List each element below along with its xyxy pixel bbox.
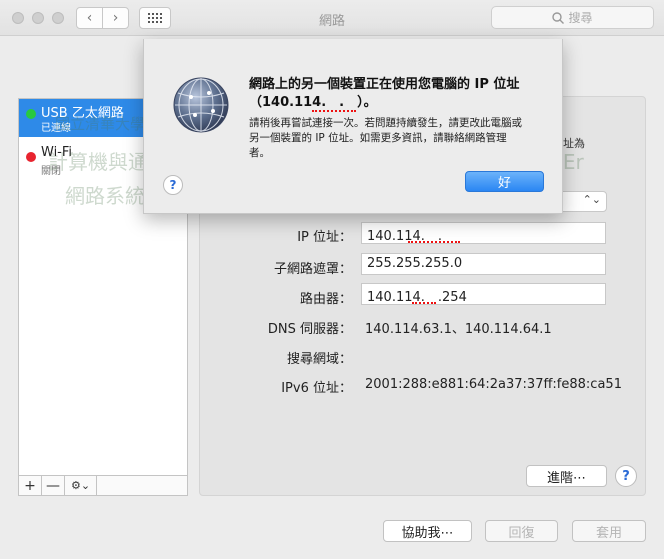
add-service-button[interactable]: + [19, 476, 42, 495]
help-button[interactable]: ? [615, 465, 637, 487]
alert-message: 請稍後再嘗試連接一次。若問題持續發生，請更改此電腦或 另一個裝置的 IP 位址。… [249, 116, 549, 161]
dns-server-label: DNS 伺服器： [267, 322, 352, 337]
service-status: 關閉 [41, 166, 61, 177]
alert-message-line-1: 請稍後再嘗試連接一次。若問題持續發生，請更改此電腦或 [249, 117, 522, 129]
remove-service-button[interactable]: — [42, 476, 65, 495]
advanced-button[interactable]: 進階⋯ [526, 465, 607, 487]
router-field[interactable]: 140.114. .254 [361, 283, 606, 305]
ip-address-field[interactable]: 140.114. . [361, 222, 606, 244]
router-label: 路由器： [299, 292, 352, 307]
title-bar: ‹ › 網路 搜尋 [0, 0, 664, 36]
service-actions-button[interactable]: ⚙ ⌄ [65, 476, 97, 495]
redaction-mark [412, 301, 436, 304]
revert-button[interactable]: 回復 [485, 520, 558, 542]
ip-conflict-alert: 網路上的另一個裝置正在使用您電腦的 IP 位址 （140.114. . ）。 請… [143, 39, 563, 214]
alert-help-button[interactable]: ? [163, 175, 183, 195]
alert-message-line-2: 另一個裝置的 IP 位址。如需更多資訊，請聯絡網路管理 [249, 132, 507, 144]
ip-address-label: IP 位址： [297, 230, 352, 245]
ipv6-address-label: IPv6 位址： [281, 381, 352, 396]
redaction-mark [408, 240, 460, 243]
network-globe-icon [173, 77, 229, 133]
ipv6-address-value: 2001:288:e881:64:2a37:37ff:fe88:ca51 [365, 377, 622, 392]
gear-icon: ⚙ [70, 479, 81, 492]
subnet-mask-field[interactable]: 255.255.255.0 [361, 253, 606, 275]
service-status: 已連線 [41, 123, 71, 134]
status-dot-off [26, 152, 36, 162]
search-placeholder: 搜尋 [568, 11, 593, 25]
assist-me-button[interactable]: 協助我⋯ [383, 520, 472, 542]
dns-server-value: 140.114.63.1、140.114.64.1 [365, 322, 552, 337]
alert-title-line-1: 網路上的另一個裝置正在使用您電腦的 IP 位址 [249, 77, 520, 92]
redaction-mark [312, 109, 356, 112]
alert-title: 網路上的另一個裝置正在使用您電腦的 IP 位址 （140.114. . ）。 [249, 76, 549, 112]
service-list-toolbar: + — ⚙ ⌄ [18, 476, 188, 496]
updown-chevron-icon: ⌃⌄ [582, 193, 601, 206]
subnet-mask-label: 子網路遮罩： [273, 262, 352, 277]
service-name: Wi-Fi [41, 145, 73, 160]
search-icon [552, 11, 565, 24]
search-domain-label: 搜尋網域： [286, 352, 352, 367]
alert-message-line-3: 者。 [249, 147, 270, 159]
search-input[interactable]: 搜尋 [491, 6, 654, 29]
alert-title-line-2: （140.114. . ）。 [249, 95, 377, 110]
status-text-fragment: 址為 [563, 137, 585, 150]
ok-button[interactable]: 好 [465, 171, 544, 192]
status-dot-connected [26, 109, 36, 119]
chevron-down-icon: ⌄ [80, 479, 91, 492]
apply-button[interactable]: 套用 [572, 520, 646, 542]
